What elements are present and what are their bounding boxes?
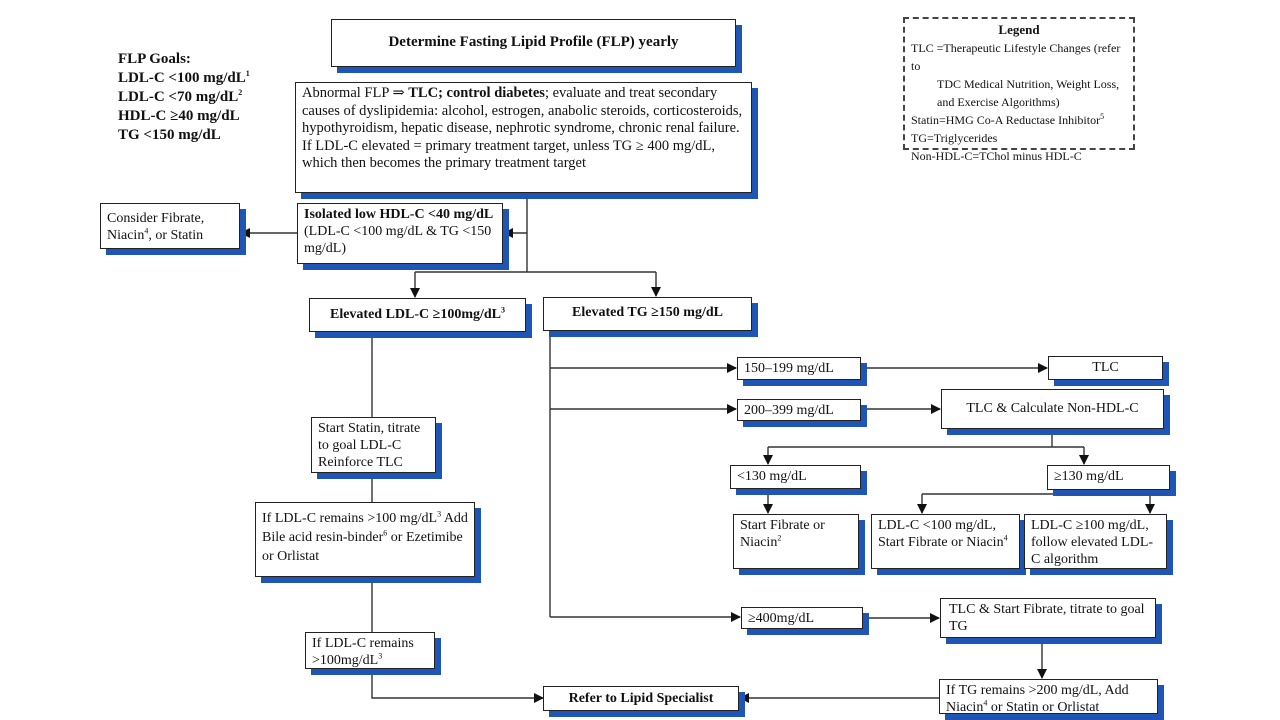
node-consider-fibrate: Consider Fibrate, Niacin4, or Statin bbox=[100, 203, 240, 249]
connector bbox=[922, 490, 1150, 495]
node-non-hdl-ge130: ≥130 mg/dL bbox=[1047, 465, 1170, 490]
node-elevated-tg: Elevated TG ≥150 mg/dL bbox=[543, 297, 752, 331]
connector bbox=[371, 669, 544, 703]
connector bbox=[768, 429, 1084, 448]
node-abnormal-flp: Abnormal FLP ⇒ TLC; control diabetes; ev… bbox=[295, 82, 752, 193]
node-tlc-start-fibrate: TLC & Start Fibrate, titrate to goal TG bbox=[940, 598, 1156, 638]
node-isolated-low-hdl: Isolated low HDL-C <40 mg/dL (LDL-C <100 … bbox=[297, 203, 503, 264]
node-determine-flp: Determine Fasting Lipid Profile (FLP) ye… bbox=[331, 19, 736, 67]
node-if-ldl-remains: If LDL-C remains >100 mg/dL3 Add Bile ac… bbox=[255, 502, 475, 577]
node-non-hdl-lt130: <130 mg/dL bbox=[730, 465, 861, 489]
node-refer-specialist: Refer to Lipid Specialist bbox=[543, 686, 739, 711]
node-if-ldl-remains-2: If LDL-C remains >100mg/dL3 bbox=[305, 632, 435, 669]
node-tg-ge400: ≥400mg/dL bbox=[741, 607, 863, 629]
node-start-statin: Start Statin, titrate to goal LDL-C Rein… bbox=[311, 417, 436, 473]
node-elevated-ldl: Elevated LDL-C ≥100mg/dL3 bbox=[309, 298, 526, 332]
node-ldl-ge100: LDL-C ≥100 mg/dL, follow elevated LDL-C … bbox=[1024, 514, 1167, 569]
node-if-tg-remains: If TG remains >200 mg/dL, Add Niacin4 or… bbox=[939, 679, 1158, 715]
node-ldl-lt100: LDL-C <100 mg/dL, Start Fibrate or Niaci… bbox=[871, 514, 1020, 569]
node-tlc-non-hdl: TLC & Calculate Non-HDL-C bbox=[941, 389, 1164, 429]
node-start-fibrate: Start Fibrate or Niacin2 bbox=[733, 514, 859, 569]
node-tg-150-199: 150–199 mg/dL bbox=[737, 357, 861, 380]
node-tg-200-399: 200–399 mg/dL bbox=[737, 399, 861, 421]
node-tlc: TLC bbox=[1048, 356, 1163, 380]
